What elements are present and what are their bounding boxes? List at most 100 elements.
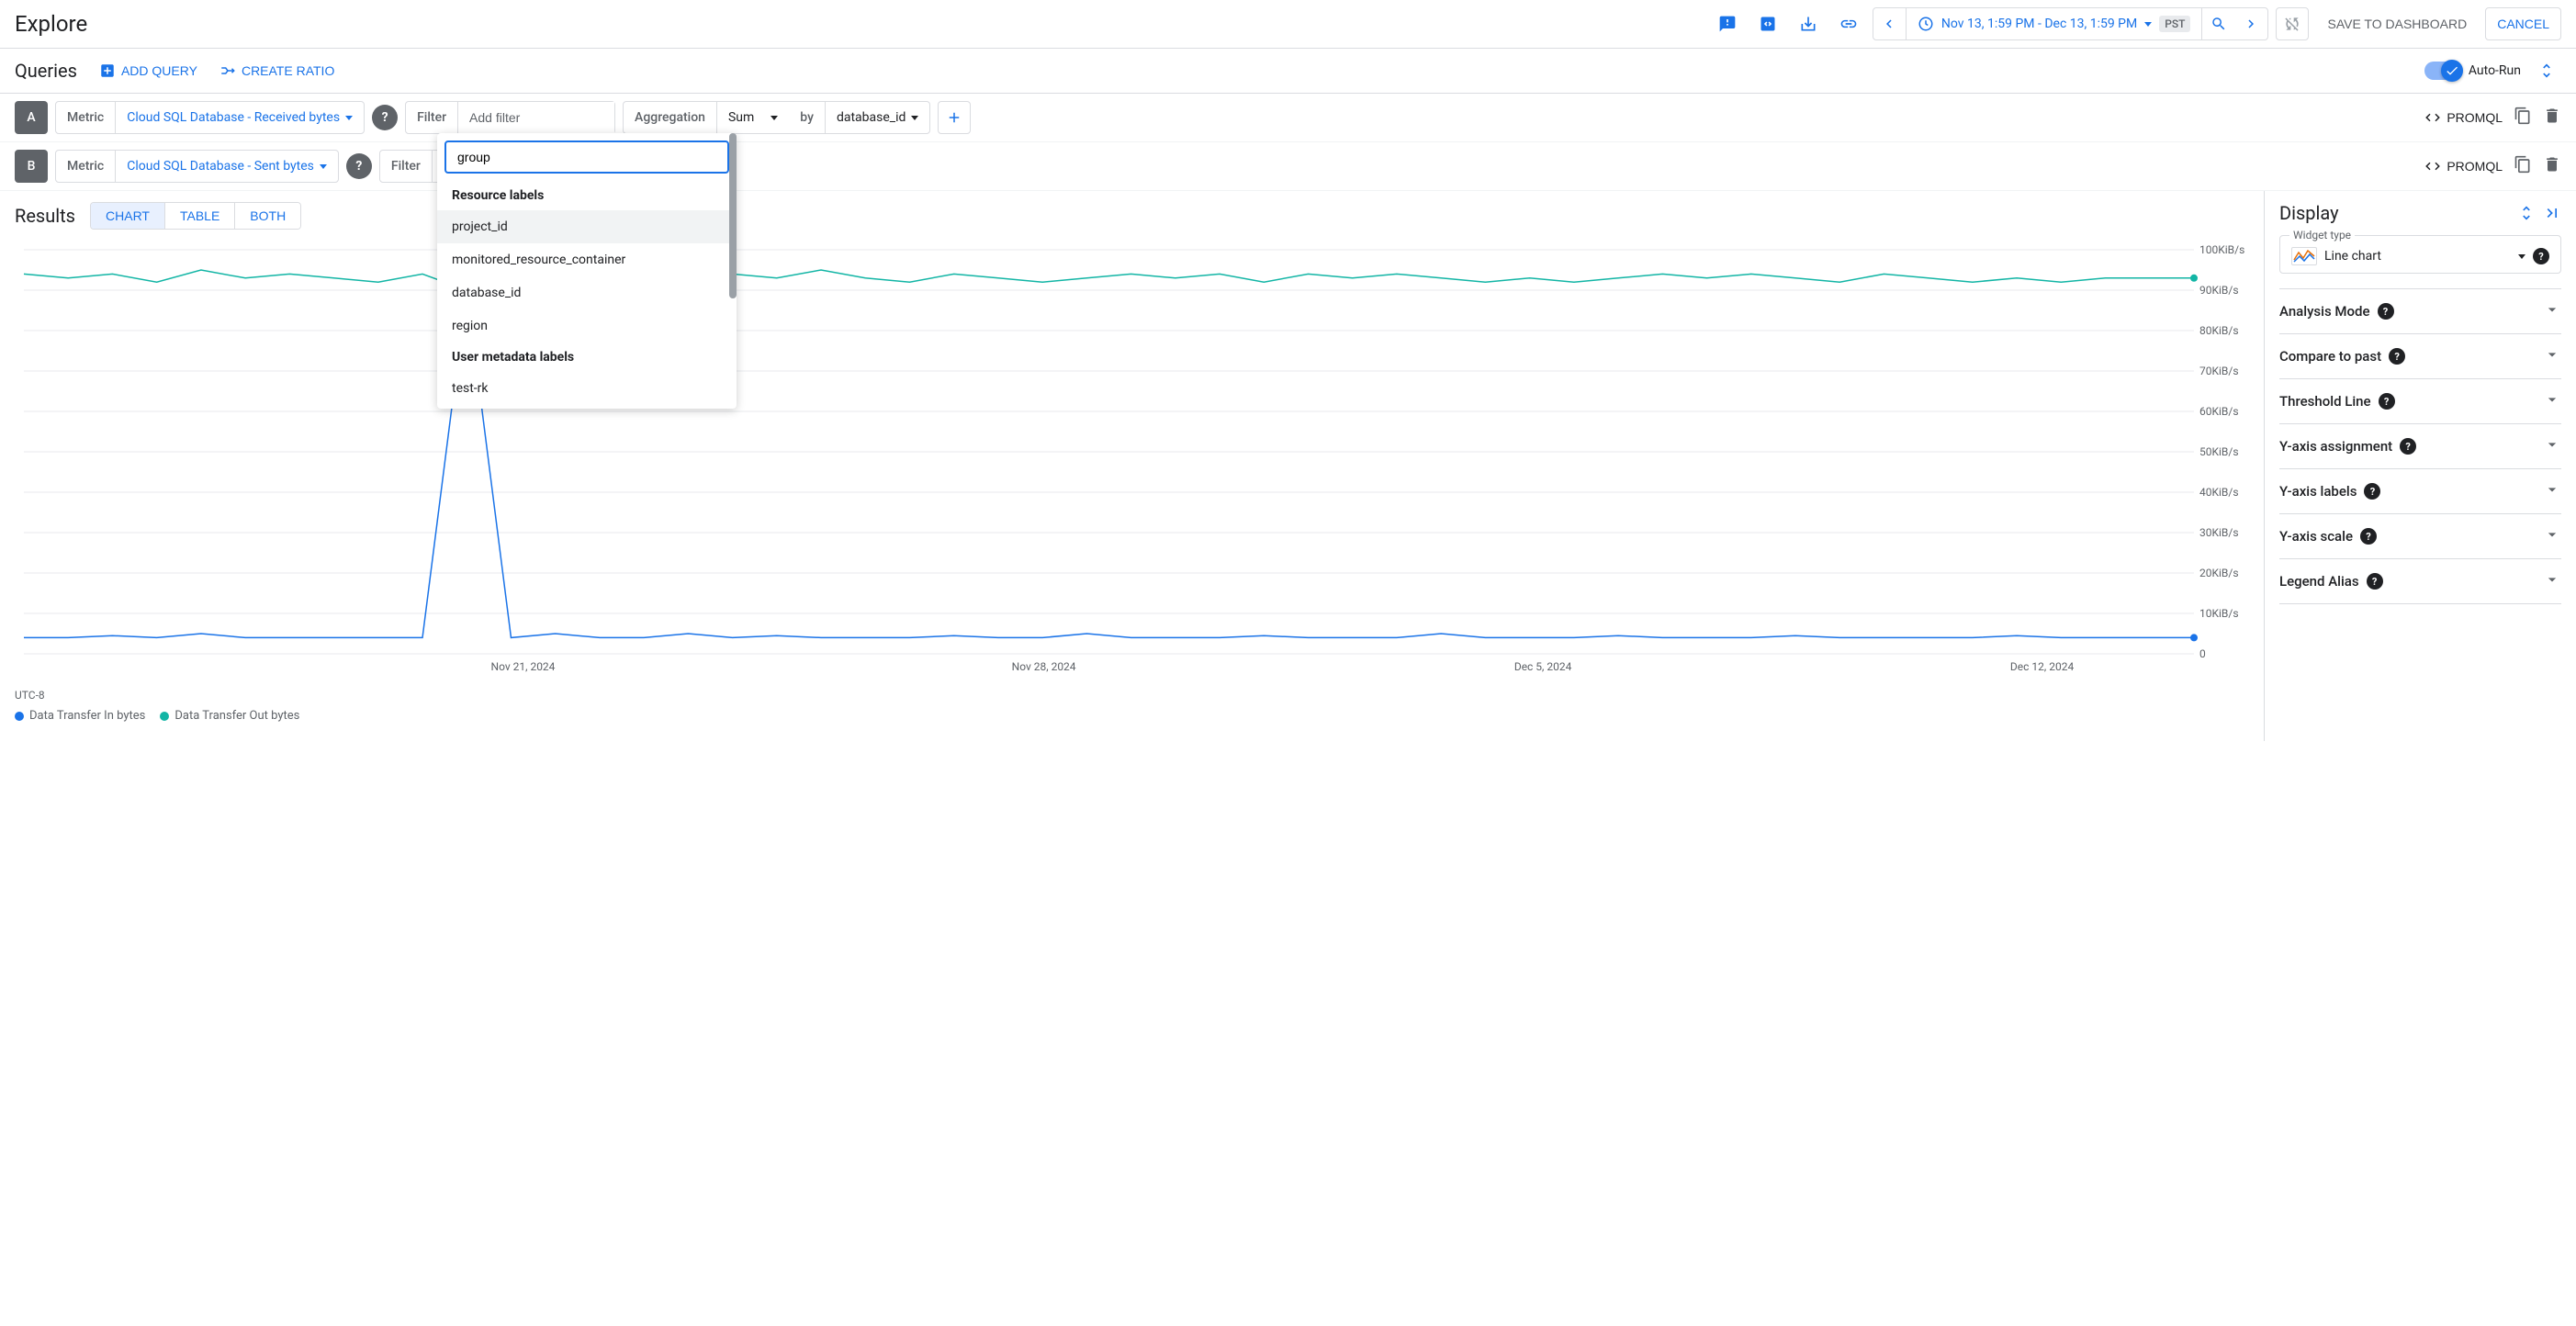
help-icon[interactable]: ? bbox=[2364, 483, 2380, 500]
sync-off-icon[interactable] bbox=[2276, 7, 2309, 40]
create-ratio-label: CREATE RATIO bbox=[242, 63, 334, 78]
chart-svg: 010KiB/s20KiB/s30KiB/s40KiB/s50KiB/s60Ki… bbox=[15, 241, 2249, 681]
queries-title: Queries bbox=[15, 60, 77, 82]
results-view-tabs: CHART TABLE BOTH bbox=[90, 202, 301, 230]
tab-both[interactable]: BOTH bbox=[234, 203, 300, 229]
aggregation-label: Aggregation bbox=[624, 102, 717, 133]
aggregation-pill-a[interactable]: Aggregation Sum by database_id bbox=[623, 101, 930, 134]
metric-value: Cloud SQL Database - Received bytes bbox=[127, 110, 340, 125]
promql-label: PROMQL bbox=[2447, 110, 2503, 125]
feedback-icon[interactable] bbox=[1711, 7, 1744, 40]
help-icon[interactable]: ? bbox=[2400, 438, 2416, 455]
page-title: Explore bbox=[15, 11, 87, 37]
accordion-item-y-axis-assignment[interactable]: Y-axis assignment? bbox=[2279, 424, 2561, 469]
popup-search-input[interactable] bbox=[444, 140, 729, 174]
code-icon[interactable] bbox=[1751, 7, 1784, 40]
caret-down-icon bbox=[911, 116, 918, 120]
accordion-item-legend-alias[interactable]: Legend Alias? bbox=[2279, 559, 2561, 604]
caret-down-icon bbox=[345, 116, 353, 120]
by-value: database_id bbox=[837, 110, 906, 125]
help-icon[interactable]: ? bbox=[2389, 348, 2405, 365]
metric-pill-b[interactable]: Metric Cloud SQL Database - Sent bytes bbox=[55, 150, 339, 183]
widget-type-value: Line chart bbox=[2324, 249, 2511, 264]
copy-icon[interactable] bbox=[2514, 107, 2532, 129]
autorun-label: Auto-Run bbox=[2469, 63, 2521, 78]
collapse-all-button[interactable] bbox=[2532, 56, 2561, 85]
merge-icon bbox=[219, 62, 236, 79]
accordion-item-analysis-mode[interactable]: Analysis Mode? bbox=[2279, 289, 2561, 334]
svg-text:60KiB/s: 60KiB/s bbox=[2199, 405, 2239, 418]
copy-icon[interactable] bbox=[2514, 155, 2532, 177]
save-to-dashboard-button[interactable]: SAVE TO DASHBOARD bbox=[2316, 7, 2478, 40]
cancel-button[interactable]: CANCEL bbox=[2485, 7, 2561, 40]
chart-area: 010KiB/s20KiB/s30KiB/s40KiB/s50KiB/s60Ki… bbox=[0, 241, 2264, 741]
popup-item-monitored-resource-container[interactable]: monitored_resource_container bbox=[437, 243, 737, 276]
popup-item-region[interactable]: region bbox=[437, 309, 737, 343]
widget-type-label: Widget type bbox=[2289, 229, 2355, 242]
query-letter-a: A bbox=[15, 101, 48, 134]
accordion-item-y-axis-labels[interactable]: Y-axis labels? bbox=[2279, 469, 2561, 514]
download-icon[interactable] bbox=[1792, 7, 1825, 40]
accordion-item-y-axis-scale[interactable]: Y-axis scale? bbox=[2279, 514, 2561, 559]
add-filter-button-a[interactable] bbox=[938, 101, 971, 134]
chevron-down-icon bbox=[2543, 390, 2561, 412]
popup-section-user-metadata: User metadata labels bbox=[437, 343, 737, 372]
help-icon[interactable]: ? bbox=[2367, 573, 2383, 590]
help-icon[interactable]: ? bbox=[2533, 248, 2549, 264]
popup-item-project-id[interactable]: project_id bbox=[437, 210, 737, 243]
popup-section-resource-labels: Resource labels bbox=[437, 181, 737, 210]
promql-button-b[interactable]: PROMQL bbox=[2424, 158, 2503, 174]
time-search-button[interactable] bbox=[2201, 7, 2234, 40]
chevron-down-icon bbox=[2543, 435, 2561, 457]
time-prev-button[interactable] bbox=[1873, 7, 1907, 40]
add-query-button[interactable]: ADD QUERY bbox=[99, 62, 197, 79]
help-icon[interactable]: ? bbox=[2378, 303, 2394, 320]
accordion-item-compare-to-past[interactable]: Compare to past? bbox=[2279, 334, 2561, 379]
scrollbar[interactable] bbox=[729, 133, 737, 298]
filter-pill-a[interactable]: Filter bbox=[405, 101, 615, 134]
plus-box-icon bbox=[99, 62, 116, 79]
expand-panel-icon[interactable] bbox=[2517, 204, 2536, 222]
query-row-a: A Metric Cloud SQL Database - Received b… bbox=[0, 94, 2576, 142]
metric-pill-a[interactable]: Metric Cloud SQL Database - Received byt… bbox=[55, 101, 365, 134]
tab-table[interactable]: TABLE bbox=[164, 203, 234, 229]
accordion-item-threshold-line[interactable]: Threshold Line? bbox=[2279, 379, 2561, 424]
filter-dropdown-popup: Resource labels project_id monitored_res… bbox=[437, 133, 737, 409]
time-next-button[interactable] bbox=[2234, 7, 2267, 40]
filter-input-a[interactable] bbox=[458, 102, 614, 133]
help-icon[interactable]: ? bbox=[372, 105, 398, 130]
tab-chart[interactable]: CHART bbox=[91, 203, 164, 229]
query-row-b: B Metric Cloud SQL Database - Sent bytes… bbox=[0, 142, 2576, 191]
delete-icon[interactable] bbox=[2543, 155, 2561, 177]
help-icon[interactable]: ? bbox=[346, 153, 372, 179]
results-title: Results bbox=[15, 205, 75, 227]
chevron-down-icon bbox=[2543, 480, 2561, 502]
help-icon[interactable]: ? bbox=[2379, 393, 2395, 410]
link-icon[interactable] bbox=[1832, 7, 1865, 40]
code-icon bbox=[2424, 109, 2441, 126]
widget-type-select[interactable]: Widget type Line chart ? bbox=[2279, 235, 2561, 274]
query-letter-b: B bbox=[15, 150, 48, 183]
popup-item-test-rk[interactable]: test-rk bbox=[437, 372, 737, 405]
timezone-chip: PST bbox=[2159, 16, 2190, 32]
promql-button-a[interactable]: PROMQL bbox=[2424, 109, 2503, 126]
svg-text:50KiB/s: 50KiB/s bbox=[2199, 445, 2239, 458]
code-icon bbox=[2424, 158, 2441, 174]
popup-item-database-id[interactable]: database_id bbox=[437, 276, 737, 309]
delete-icon[interactable] bbox=[2543, 107, 2561, 129]
svg-text:0: 0 bbox=[2199, 647, 2206, 660]
autorun-toggle[interactable] bbox=[2424, 62, 2461, 80]
chevron-down-icon bbox=[2543, 300, 2561, 322]
display-sidebar: Display Widget type Line chart ? Analysi… bbox=[2264, 191, 2576, 741]
create-ratio-button[interactable]: CREATE RATIO bbox=[219, 62, 334, 79]
svg-text:100KiB/s: 100KiB/s bbox=[2199, 243, 2244, 256]
svg-text:70KiB/s: 70KiB/s bbox=[2199, 365, 2239, 377]
svg-text:90KiB/s: 90KiB/s bbox=[2199, 284, 2239, 297]
display-title: Display bbox=[2279, 202, 2339, 224]
help-icon[interactable]: ? bbox=[2360, 528, 2377, 545]
collapse-sidebar-icon[interactable] bbox=[2543, 204, 2561, 222]
svg-text:10KiB/s: 10KiB/s bbox=[2199, 607, 2239, 620]
time-range-picker[interactable]: Nov 13, 1:59 PM - Dec 13, 1:59 PM PST bbox=[1907, 16, 2202, 32]
chevron-down-icon bbox=[2543, 525, 2561, 547]
metric-label: Metric bbox=[56, 151, 116, 182]
